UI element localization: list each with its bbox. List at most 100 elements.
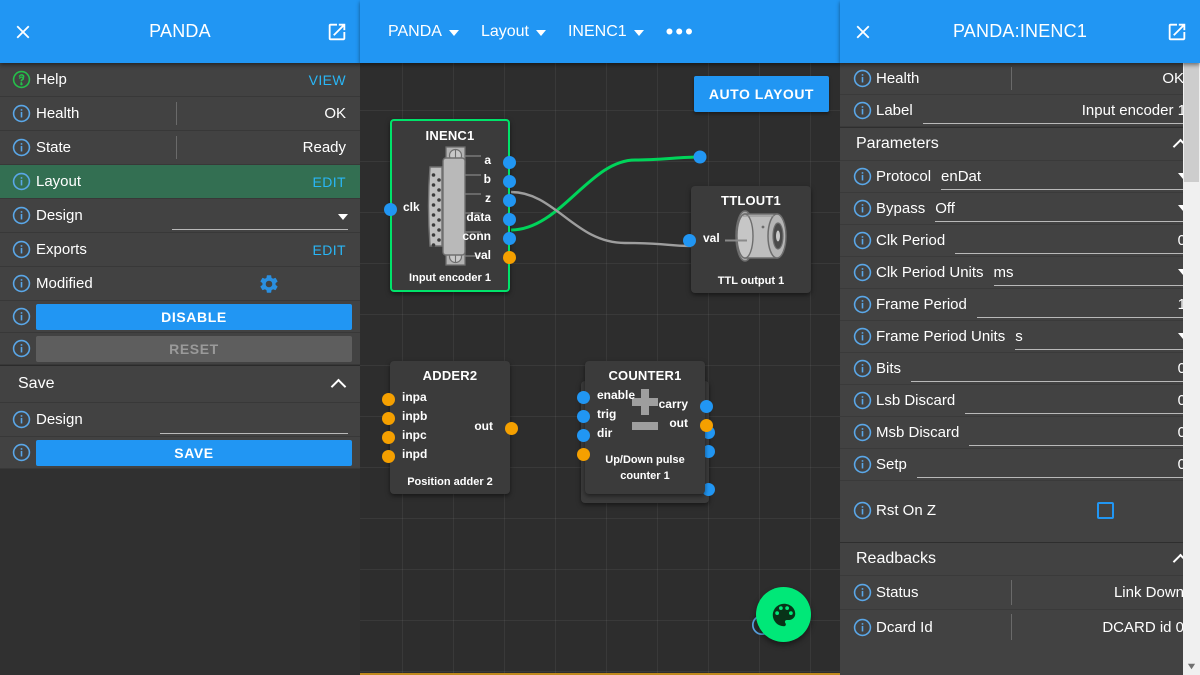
info-icon[interactable] bbox=[8, 206, 34, 225]
info-icon[interactable] bbox=[848, 455, 876, 474]
port-inenc1-data[interactable] bbox=[503, 213, 516, 226]
parameters-section-header[interactable]: Parameters bbox=[840, 127, 1200, 161]
param-row-rst-on-z[interactable]: Rst On Z bbox=[840, 493, 1200, 527]
param-row-clk-period-units[interactable]: Clk Period Units ms bbox=[840, 257, 1200, 289]
port-inenc1-val[interactable] bbox=[503, 251, 516, 264]
info-icon[interactable] bbox=[8, 410, 34, 429]
bypass-select[interactable]: Off bbox=[935, 196, 1188, 222]
port-inenc1-clk[interactable] bbox=[384, 203, 397, 216]
exports-edit-link[interactable]: EDIT bbox=[313, 242, 355, 258]
port-counter1-enable[interactable] bbox=[577, 391, 590, 404]
label-text-input[interactable]: Input encoder 1 bbox=[923, 98, 1188, 124]
info-icon[interactable] bbox=[848, 423, 876, 442]
lsb-discard-input[interactable]: 0 bbox=[965, 388, 1188, 414]
readbacks-section-header[interactable]: Readbacks bbox=[840, 542, 1200, 576]
info-icon[interactable] bbox=[848, 359, 876, 378]
right-panel-scrollbar[interactable] bbox=[1183, 0, 1200, 675]
chevron-down-icon[interactable] bbox=[449, 30, 459, 36]
port-counter1-out[interactable] bbox=[700, 419, 713, 432]
info-icon[interactable] bbox=[848, 583, 876, 602]
info-icon[interactable] bbox=[848, 263, 876, 282]
close-icon[interactable] bbox=[840, 9, 886, 55]
sidebar-row-help[interactable]: ? Help VIEW bbox=[0, 63, 360, 97]
setp-input[interactable]: 0 bbox=[917, 452, 1188, 478]
port-adder2-inpa[interactable] bbox=[382, 393, 395, 406]
rst-on-z-checkbox[interactable] bbox=[1097, 502, 1114, 519]
protocol-select[interactable]: enDat bbox=[941, 164, 1188, 190]
port-adder2-out[interactable] bbox=[505, 422, 518, 435]
port-ttlout1-val[interactable] bbox=[683, 234, 696, 247]
design-select[interactable] bbox=[172, 206, 348, 230]
scroll-down-icon[interactable] bbox=[1183, 658, 1200, 675]
chevron-down-icon[interactable] bbox=[536, 30, 546, 36]
chevron-down-icon[interactable] bbox=[634, 30, 644, 36]
save-design-input[interactable] bbox=[160, 410, 348, 434]
param-row-bypass[interactable]: Bypass Off bbox=[840, 193, 1200, 225]
info-icon[interactable] bbox=[848, 618, 876, 637]
chevron-down-icon[interactable] bbox=[338, 214, 348, 220]
port-inenc1-conn[interactable] bbox=[503, 232, 516, 245]
port-counter1-trig[interactable] bbox=[577, 410, 590, 423]
info-icon[interactable] bbox=[8, 339, 34, 358]
info-icon[interactable] bbox=[848, 295, 876, 314]
layout-canvas[interactable]: AUTO LAYOUT bits INENC1 bbox=[360, 63, 840, 675]
node-counter1[interactable]: COUNTER1 enable trig dir carry out Up/Do… bbox=[585, 361, 705, 494]
port-adder2-inpd[interactable] bbox=[382, 450, 395, 463]
open-in-new-icon[interactable] bbox=[1154, 9, 1200, 55]
port-adder2-inpb[interactable] bbox=[382, 412, 395, 425]
info-icon[interactable] bbox=[8, 172, 34, 191]
auto-layout-button[interactable]: AUTO LAYOUT bbox=[694, 76, 829, 112]
msb-discard-input[interactable]: 0 bbox=[969, 420, 1188, 446]
info-icon[interactable] bbox=[848, 167, 876, 186]
sidebar-row-design[interactable]: Design bbox=[0, 199, 360, 233]
menu-inenc1[interactable]: INENC1 bbox=[568, 23, 644, 41]
frame-period-input[interactable]: 1 bbox=[977, 292, 1188, 318]
port-inenc1-z[interactable] bbox=[503, 194, 516, 207]
frame-period-units-select[interactable]: s bbox=[1015, 324, 1188, 350]
param-row-lsb-discard[interactable]: Lsb Discard 0 bbox=[840, 385, 1200, 417]
help-icon[interactable]: ? bbox=[8, 70, 34, 89]
info-icon[interactable] bbox=[848, 69, 876, 88]
param-row-clk-period[interactable]: Clk Period 0 bbox=[840, 225, 1200, 257]
param-row-frame-period-units[interactable]: Frame Period Units s bbox=[840, 321, 1200, 353]
info-icon[interactable] bbox=[848, 101, 876, 120]
save-button[interactable]: SAVE bbox=[36, 440, 352, 466]
info-icon[interactable] bbox=[8, 443, 34, 462]
port-counter1-carry[interactable] bbox=[700, 400, 713, 413]
port-inenc1-a[interactable] bbox=[503, 156, 516, 169]
param-row-label[interactable]: Label Input encoder 1 bbox=[840, 95, 1200, 127]
port-inenc1-b[interactable] bbox=[503, 175, 516, 188]
menu-layout[interactable]: Layout bbox=[481, 23, 546, 41]
menu-panda[interactable]: PANDA bbox=[388, 23, 459, 41]
info-icon[interactable] bbox=[848, 199, 876, 218]
save-design-row[interactable]: Design bbox=[0, 403, 360, 437]
node-adder2[interactable]: ADDER2 inpa inpb inpc inpd out Position … bbox=[390, 361, 510, 494]
info-icon[interactable] bbox=[848, 231, 876, 250]
disable-button[interactable]: DISABLE bbox=[36, 304, 352, 330]
open-in-new-icon[interactable] bbox=[314, 9, 360, 55]
info-icon[interactable] bbox=[8, 240, 34, 259]
info-icon[interactable] bbox=[848, 391, 876, 410]
node-inenc1[interactable]: INENC1 bbox=[390, 119, 510, 292]
link-endpoint-port[interactable] bbox=[694, 151, 707, 164]
palette-fab-button[interactable] bbox=[756, 587, 811, 642]
node-ttlout1[interactable]: TTLOUT1 val TTL output 1 bbox=[691, 186, 811, 293]
close-icon[interactable] bbox=[0, 9, 46, 55]
clk-period-input[interactable]: 0 bbox=[955, 228, 1188, 254]
port-adder2-inpc[interactable] bbox=[382, 431, 395, 444]
param-row-msb-discard[interactable]: Msb Discard 0 bbox=[840, 417, 1200, 449]
chevron-up-icon[interactable] bbox=[332, 377, 346, 391]
info-icon[interactable] bbox=[848, 327, 876, 346]
port-counter1-dir[interactable] bbox=[577, 429, 590, 442]
scrollbar-track[interactable] bbox=[1183, 182, 1200, 658]
sidebar-row-exports[interactable]: Exports EDIT bbox=[0, 233, 360, 267]
info-icon[interactable] bbox=[8, 274, 34, 293]
param-row-bits[interactable]: Bits 0 bbox=[840, 353, 1200, 385]
info-icon[interactable] bbox=[8, 138, 34, 157]
more-horizontal-icon[interactable]: ••• bbox=[666, 27, 695, 37]
help-view-link[interactable]: VIEW bbox=[309, 72, 354, 88]
param-row-protocol[interactable]: Protocol enDat bbox=[840, 161, 1200, 193]
info-icon[interactable] bbox=[8, 307, 34, 326]
info-icon[interactable] bbox=[8, 104, 34, 123]
param-row-setp[interactable]: Setp 0 bbox=[840, 449, 1200, 481]
